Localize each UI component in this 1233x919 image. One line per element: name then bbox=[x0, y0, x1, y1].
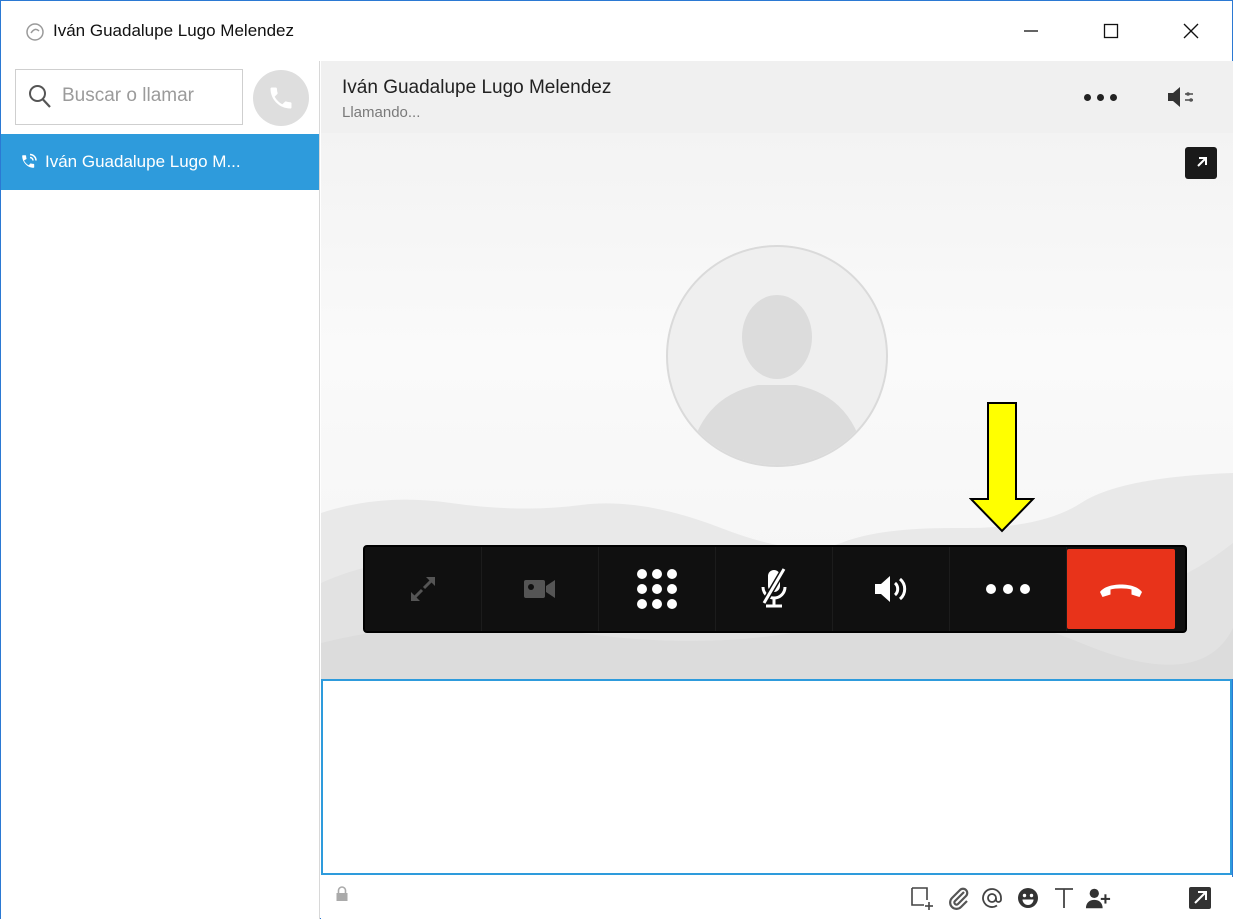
app-window: Iván Guadalupe Lugo Melendez Buscar o ll… bbox=[0, 0, 1233, 919]
audio-settings-button[interactable] bbox=[1164, 83, 1198, 115]
contact-avatar bbox=[666, 245, 888, 467]
video-camera-icon bbox=[524, 580, 555, 598]
app-logo-icon bbox=[26, 23, 44, 41]
text-format-button[interactable] bbox=[1051, 885, 1077, 911]
mention-button[interactable] bbox=[979, 885, 1005, 911]
window-title: Iván Guadalupe Lugo Melendez bbox=[53, 21, 295, 40]
default-avatar-icon bbox=[688, 295, 866, 465]
minimize-icon bbox=[1024, 30, 1038, 32]
microphone-muted-icon bbox=[761, 567, 787, 608]
title-bar: Iván Guadalupe Lugo Melendez bbox=[1, 1, 1232, 61]
end-call-button[interactable] bbox=[1067, 549, 1175, 629]
minimize-button[interactable] bbox=[1001, 1, 1061, 61]
more-icon-dot bbox=[1109, 93, 1117, 101]
fullscreen-icon bbox=[411, 577, 435, 601]
close-button[interactable] bbox=[1161, 1, 1221, 61]
volume-button[interactable] bbox=[833, 547, 950, 631]
contact-name: Iván Guadalupe Lugo Melendez bbox=[342, 77, 612, 98]
sidebar-item-label: Iván Guadalupe Lugo M... bbox=[45, 152, 241, 171]
call-controls bbox=[363, 545, 1187, 633]
more-icon bbox=[986, 584, 1030, 594]
fullscreen-button[interactable] bbox=[365, 547, 482, 631]
emoticon-button[interactable] bbox=[1015, 885, 1041, 911]
attachment-icon bbox=[949, 887, 969, 910]
popout-icon bbox=[1197, 157, 1207, 167]
compose-popout-button[interactable] bbox=[1187, 885, 1213, 911]
add-contact-button[interactable] bbox=[1085, 885, 1111, 911]
maximize-icon bbox=[1103, 23, 1119, 39]
dialpad-button[interactable] bbox=[599, 547, 716, 631]
text-format-icon bbox=[1055, 888, 1073, 908]
speaker-settings-icon bbox=[1168, 87, 1193, 107]
close-icon bbox=[1183, 23, 1199, 39]
dialpad-icon bbox=[637, 569, 677, 609]
search-placeholder: Buscar o llamar bbox=[62, 85, 194, 106]
lock-icon bbox=[336, 886, 348, 901]
conversation-header: Iván Guadalupe Lugo Melendez Llamando... bbox=[321, 61, 1233, 133]
hang-up-icon bbox=[1100, 584, 1142, 597]
emoticon-icon bbox=[1018, 888, 1038, 908]
more-icon-dot bbox=[1096, 93, 1104, 101]
search-icon bbox=[29, 85, 51, 108]
maximize-button[interactable] bbox=[1081, 1, 1141, 61]
annotation-arrow-icon bbox=[969, 402, 1035, 533]
screen-snip-icon bbox=[911, 887, 933, 910]
volume-icon bbox=[875, 576, 907, 602]
call-status: Llamando... bbox=[342, 104, 421, 121]
call-stage bbox=[321, 133, 1233, 679]
search-input[interactable]: Buscar o llamar bbox=[15, 69, 243, 125]
mute-button[interactable] bbox=[716, 547, 833, 631]
add-contact-icon bbox=[1085, 888, 1111, 909]
active-call-icon bbox=[22, 153, 37, 168]
phone-icon bbox=[270, 87, 292, 109]
mention-icon bbox=[982, 888, 1002, 908]
message-input[interactable] bbox=[321, 679, 1232, 875]
video-button[interactable] bbox=[482, 547, 599, 631]
compose-toolbar bbox=[321, 877, 1233, 919]
popout-icon bbox=[1189, 887, 1211, 909]
header-more-button[interactable] bbox=[1079, 87, 1121, 107]
more-icon-dot bbox=[1083, 93, 1091, 101]
call-button[interactable] bbox=[253, 70, 309, 126]
screen-snip-button[interactable] bbox=[909, 885, 935, 911]
attachment-button[interactable] bbox=[945, 885, 971, 911]
popout-button[interactable] bbox=[1185, 147, 1217, 179]
sidebar-item-contact[interactable]: Iván Guadalupe Lugo M... bbox=[1, 134, 319, 190]
call-more-button[interactable] bbox=[950, 547, 1067, 631]
sidebar: Buscar o llamar Iván Guadalupe Lugo M... bbox=[1, 61, 320, 919]
